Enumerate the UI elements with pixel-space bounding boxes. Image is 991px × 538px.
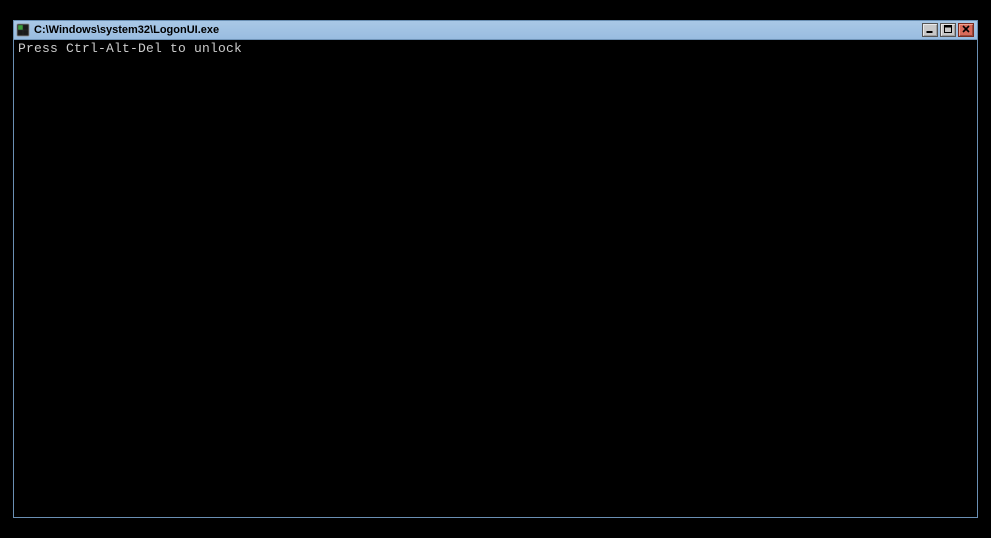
window-controls [922, 23, 975, 37]
minimize-icon [925, 21, 935, 39]
close-icon [961, 21, 971, 39]
window-title: C:\Windows\system32\LogonUI.exe [34, 21, 922, 40]
close-button[interactable] [958, 23, 974, 37]
minimize-button[interactable] [922, 23, 938, 37]
maximize-button[interactable] [940, 23, 956, 37]
window-titlebar[interactable]: C:\Windows\system32\LogonUI.exe [14, 21, 977, 40]
console-window: C:\Windows\system32\LogonUI.exe [13, 20, 978, 518]
app-icon [16, 23, 30, 37]
maximize-icon [943, 21, 953, 39]
console-output-line: Press Ctrl-Alt-Del to unlock [18, 42, 973, 56]
console-content-area: Press Ctrl-Alt-Del to unlock [14, 40, 977, 517]
